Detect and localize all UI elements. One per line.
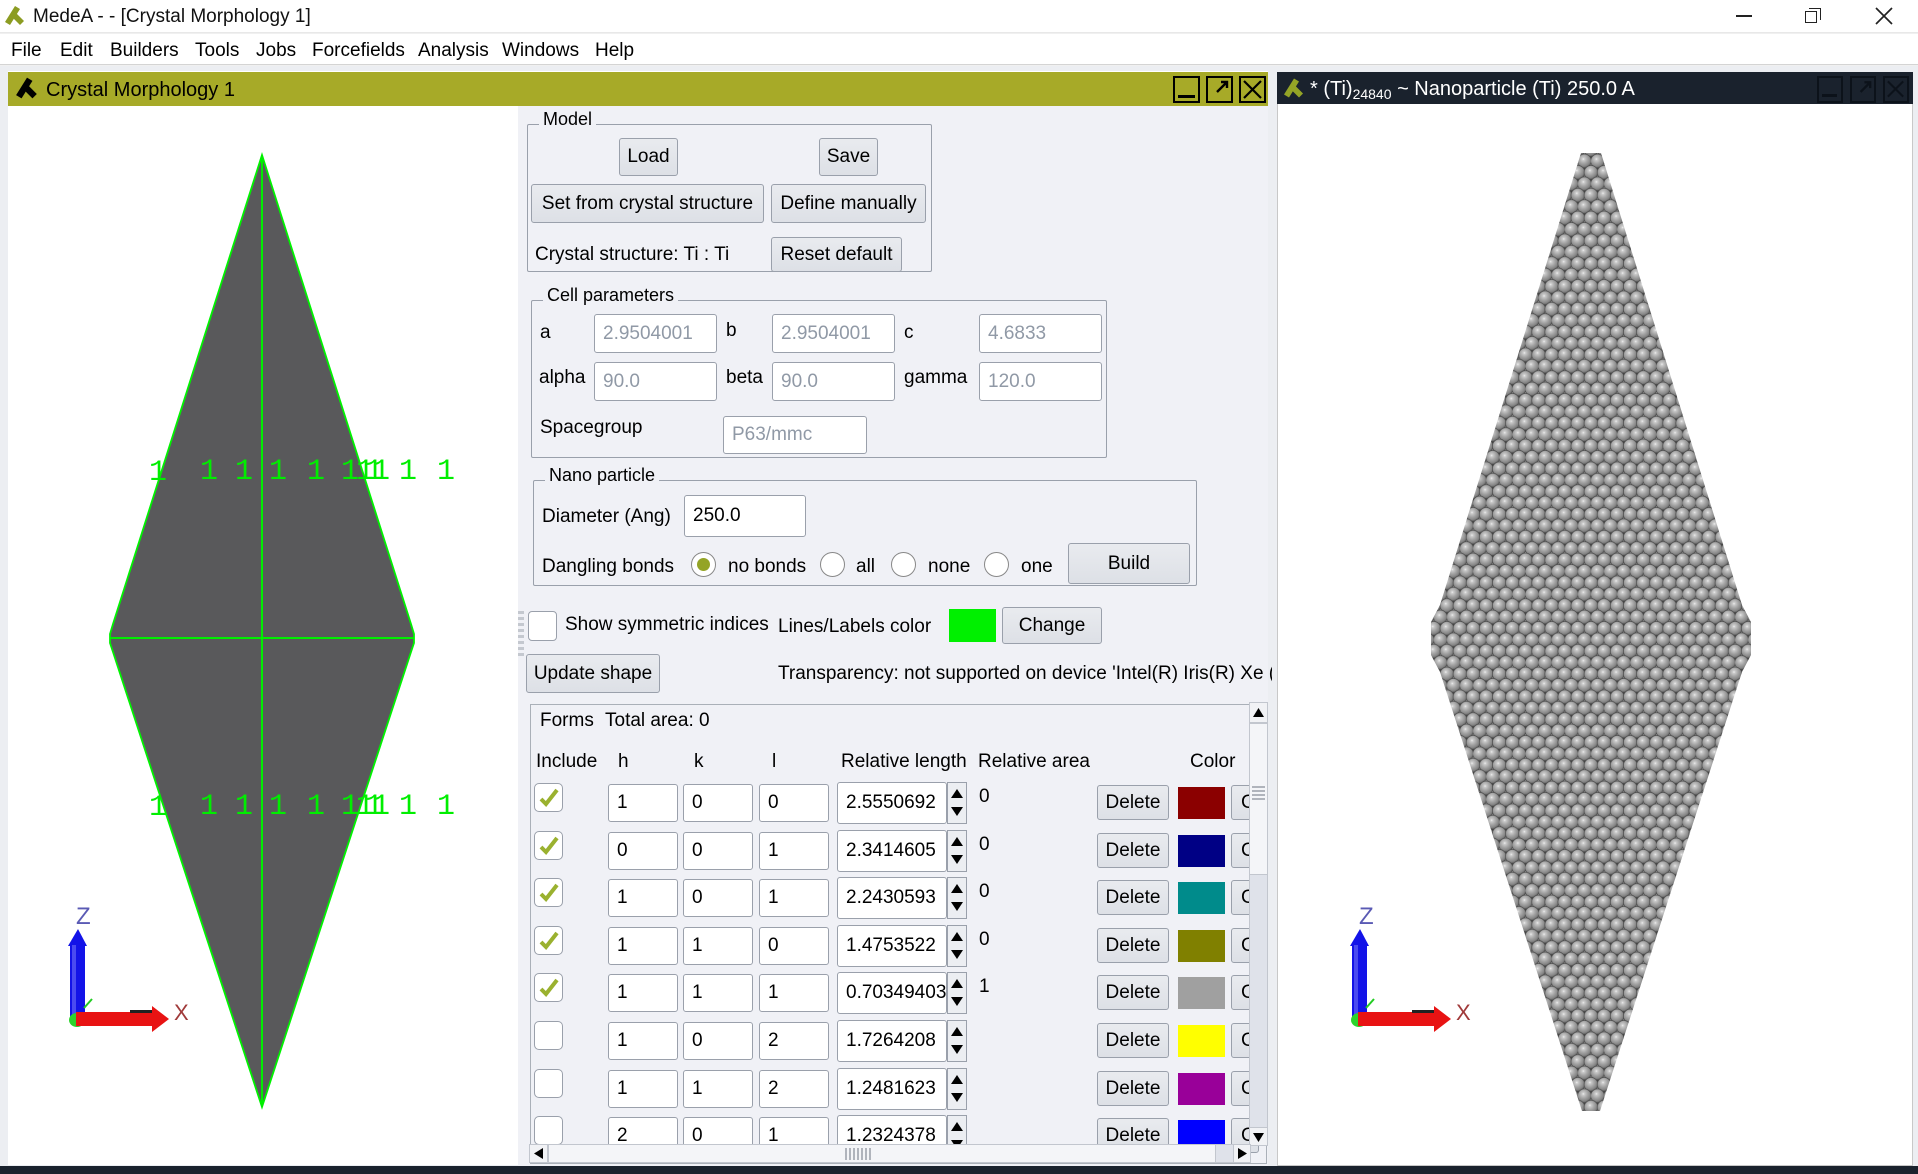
svg-text:1: 1 <box>149 791 167 825</box>
svg-text:1: 1 <box>399 790 417 824</box>
svg-text:1: 1 <box>399 455 417 489</box>
svg-text:1: 1 <box>437 790 455 824</box>
svg-text:1: 1 <box>200 455 218 489</box>
svg-text:1: 1 <box>200 790 218 824</box>
svg-text:1: 1 <box>235 455 253 489</box>
svg-text:1: 1 <box>437 455 455 489</box>
svg-text:1: 1 <box>372 455 390 489</box>
svg-text:X: X <box>174 1000 189 1025</box>
svg-text:Z: Z <box>1359 903 1374 930</box>
svg-text:1: 1 <box>307 790 325 824</box>
svg-text:1: 1 <box>149 456 167 490</box>
svg-text:X: X <box>1456 1000 1471 1025</box>
svg-text:1: 1 <box>269 790 287 824</box>
svg-text:1: 1 <box>307 455 325 489</box>
svg-text:1: 1 <box>372 790 390 824</box>
svg-text:1: 1 <box>269 455 287 489</box>
svg-text:1: 1 <box>235 790 253 824</box>
svg-text:Z: Z <box>76 903 91 930</box>
